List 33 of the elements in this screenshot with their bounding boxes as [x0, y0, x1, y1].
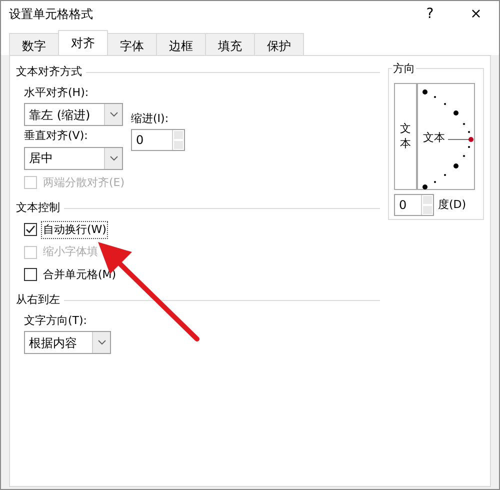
checkbox[interactable] [24, 223, 37, 236]
field-label: 水平对齐(H): [24, 84, 90, 100]
section-title: 文本控制 [16, 200, 60, 216]
field-label: 度(D) [438, 196, 466, 213]
horizontal-align-select[interactable]: 靠左 (缩进) [24, 103, 123, 126]
close-button[interactable]: × [461, 4, 491, 24]
tab[interactable]: 数字 [9, 33, 59, 55]
vertical-text: 文本 [400, 122, 411, 151]
checkbox-label: 缩小字体填 [42, 244, 99, 260]
checkbox[interactable] [24, 268, 37, 282]
vertical-align-select[interactable]: 居中 [24, 146, 123, 170]
vertical-text-toggle[interactable]: 文本 [394, 83, 417, 190]
caret-icon [98, 340, 106, 345]
text-direction-select[interactable]: 根据内容 [24, 331, 111, 354]
degrees-spinner[interactable]: 0 [394, 194, 434, 216]
checkbox-label: 两端分散对齐(E) [42, 174, 126, 190]
tab[interactable]: 填充 [205, 33, 255, 55]
orientation-dial[interactable]: 文本 [417, 83, 475, 190]
field-label: 垂直对齐(V): [24, 128, 89, 144]
tab[interactable]: 字体 [107, 33, 157, 55]
section-title: 从右到左 [16, 292, 60, 308]
window-title: 设置单元格格式 [9, 6, 94, 23]
tab[interactable]: 边框 [156, 33, 206, 55]
checkbox-label: 自动换行(W) [41, 220, 108, 239]
indent-spinner[interactable]: 0 [131, 129, 185, 151]
caret-icon [110, 156, 118, 160]
dial-text: 文本 [423, 130, 445, 146]
section-title: 文本对齐方式 [16, 64, 82, 80]
field-label: 缩进(I): [131, 110, 170, 126]
help-button[interactable]: ? [415, 4, 445, 24]
field-label: 文字方向(T): [24, 312, 88, 328]
caret-icon [110, 112, 118, 117]
tab[interactable]: 保护 [254, 33, 304, 55]
